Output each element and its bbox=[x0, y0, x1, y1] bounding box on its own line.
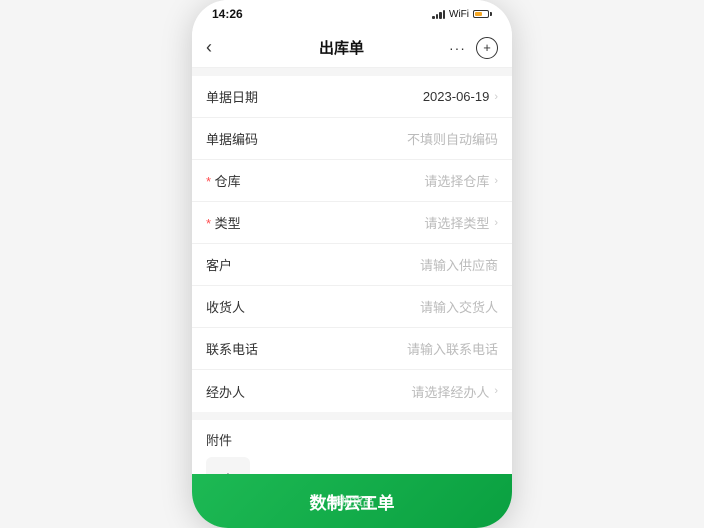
label-handler: 经办人 bbox=[206, 382, 266, 401]
label-date: 单据日期 bbox=[206, 87, 266, 106]
label-type: 类型 bbox=[206, 213, 266, 232]
chevron-icon: › bbox=[494, 91, 498, 103]
label-customer: 客户 bbox=[206, 255, 266, 274]
value-type: 请选择类型 › bbox=[424, 213, 498, 232]
chevron-icon: › bbox=[494, 217, 498, 229]
value-customer: 请输入供应商 bbox=[420, 255, 498, 274]
form-row-date[interactable]: 单据日期 2023-06-19 › bbox=[192, 76, 512, 118]
form-row-receiver[interactable]: 收货人 请输入交货人 bbox=[192, 286, 512, 328]
more-button[interactable]: ··· bbox=[449, 40, 466, 56]
status-time: 14:26 bbox=[212, 7, 243, 21]
status-bar: 14:26 WiFi bbox=[192, 0, 512, 28]
nav-bar: ‹ 出库单 ··· + bbox=[192, 28, 512, 68]
value-handler: 请选择经办人 › bbox=[411, 382, 498, 401]
value-phone: 请输入联系电话 bbox=[407, 339, 498, 358]
back-button[interactable]: ‹ bbox=[206, 37, 234, 58]
add-goods-button[interactable]: 数制云工单 添加货品 bbox=[192, 474, 512, 528]
value-receiver: 请输入交货人 bbox=[420, 297, 498, 316]
content-area: 单据日期 2023-06-19 › 单据编码 不填则自动编码 仓库 请选择仓库 … bbox=[192, 68, 512, 474]
attachment-section: 附件 + bbox=[192, 420, 512, 474]
chevron-icon: › bbox=[494, 175, 498, 187]
form-row-type[interactable]: 类型 请选择类型 › bbox=[192, 202, 512, 244]
label-code: 单据编码 bbox=[206, 129, 266, 148]
value-date: 2023-06-19 › bbox=[423, 89, 498, 104]
phone-frame: 14:26 WiFi ‹ 出库单 ··· bbox=[192, 0, 512, 528]
label-warehouse: 仓库 bbox=[206, 171, 266, 190]
signal-icon bbox=[432, 10, 445, 19]
form-row-handler[interactable]: 经办人 请选择经办人 › bbox=[192, 370, 512, 412]
form-row-phone[interactable]: 联系电话 请输入联系电话 bbox=[192, 328, 512, 370]
label-receiver: 收货人 bbox=[206, 297, 266, 316]
value-code: 不填则自动编码 bbox=[407, 129, 498, 148]
form-row-warehouse[interactable]: 仓库 请选择仓库 › bbox=[192, 160, 512, 202]
attachment-add-button[interactable]: + bbox=[206, 457, 250, 474]
form-row-code[interactable]: 单据编码 不填则自动编码 bbox=[192, 118, 512, 160]
bottom-bar: 数制云工单 添加货品 bbox=[192, 474, 512, 528]
add-circle-button[interactable]: + bbox=[476, 37, 498, 59]
nav-actions: ··· + bbox=[449, 37, 498, 59]
wifi-icon: WiFi bbox=[449, 9, 469, 20]
chevron-icon: › bbox=[494, 385, 498, 397]
form-row-customer[interactable]: 客户 请输入供应商 bbox=[192, 244, 512, 286]
value-warehouse: 请选择仓库 › bbox=[424, 171, 498, 190]
attachment-label: 附件 bbox=[206, 430, 498, 449]
status-icons: WiFi bbox=[432, 9, 492, 20]
page-title: 出库单 bbox=[319, 37, 364, 58]
battery-icon bbox=[473, 10, 492, 18]
label-phone: 联系电话 bbox=[206, 339, 266, 358]
form-card: 单据日期 2023-06-19 › 单据编码 不填则自动编码 仓库 请选择仓库 … bbox=[192, 76, 512, 412]
